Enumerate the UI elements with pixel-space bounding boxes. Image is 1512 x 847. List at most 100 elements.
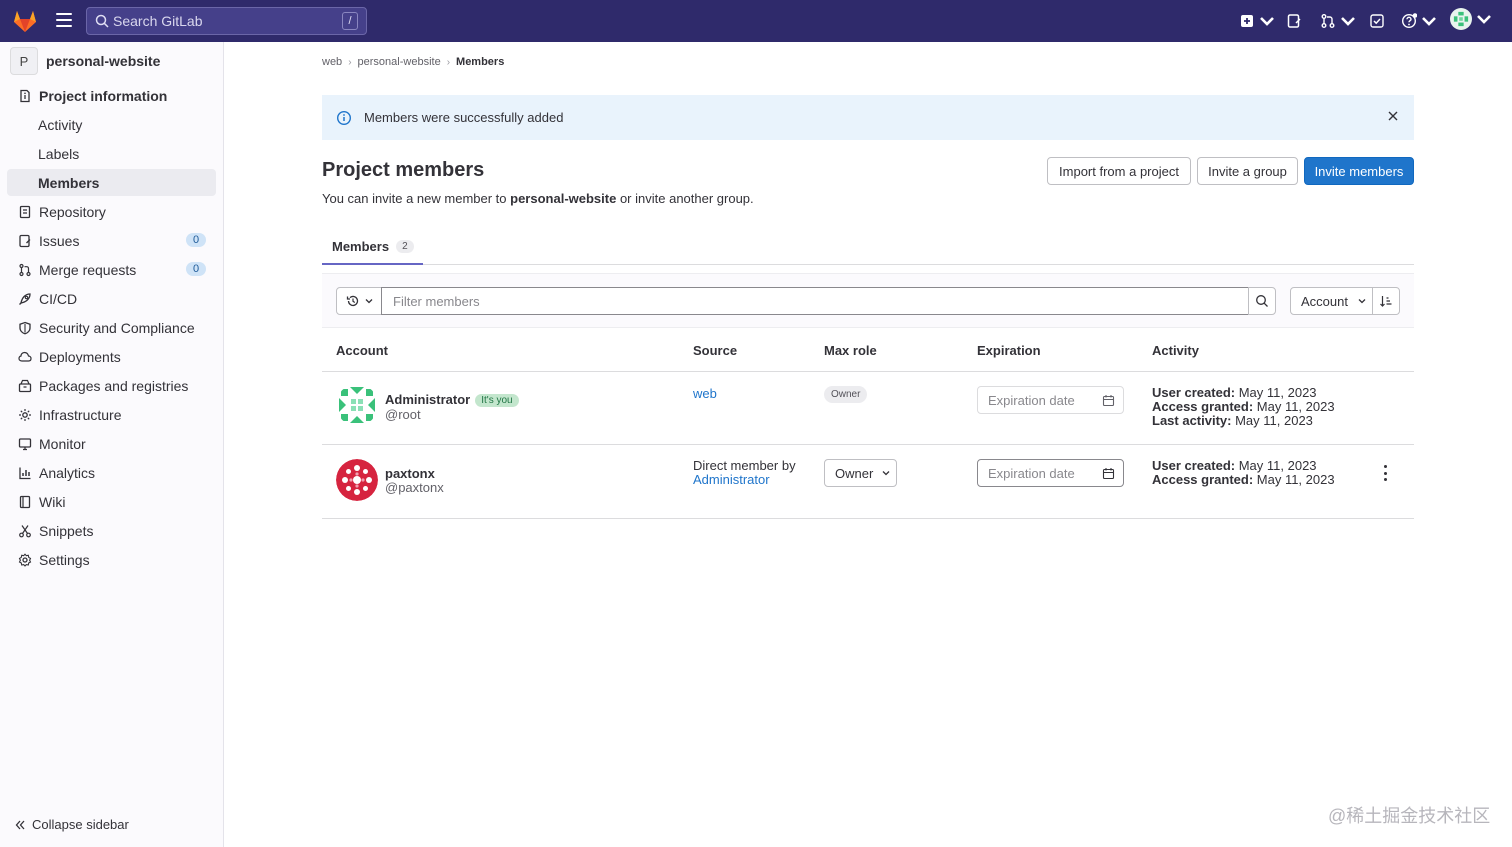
sidebar-item-analytics[interactable]: Analytics: [7, 459, 216, 486]
sidebar-item-project-information[interactable]: Project information: [7, 82, 216, 109]
table-row: paxtonx @paxtonx Direct member by Admini…: [322, 445, 1414, 519]
avatar[interactable]: [336, 459, 378, 501]
sidebar-item-label: Merge requests: [39, 261, 137, 278]
page-description: You can invite a new member to personal-…: [322, 191, 754, 206]
search-placeholder: Search GitLab: [113, 13, 203, 29]
sidebar-item-label: Project information: [39, 87, 168, 104]
chevron-down-icon: [1341, 17, 1355, 26]
top-navbar: Search GitLab /: [0, 0, 1512, 42]
description-project: personal-website: [510, 191, 617, 206]
sidebar-item-settings[interactable]: Settings: [7, 546, 216, 573]
source-direct-member-by: Direct member by: [693, 458, 796, 473]
help-icon: [1401, 13, 1417, 29]
user-menu-dropdown[interactable]: [1450, 8, 1492, 30]
column-header-account: Account: [336, 343, 388, 358]
sidebar-item-activity[interactable]: Activity: [7, 111, 216, 138]
avatar[interactable]: [336, 384, 378, 426]
sidebar-item-label: Settings: [39, 551, 90, 568]
sidebar-item-snippets[interactable]: Snippets: [7, 517, 216, 544]
sidebar-item-label: Deployments: [39, 348, 121, 365]
todos-nav-button[interactable]: [1369, 12, 1385, 30]
doc-icon: [19, 205, 31, 218]
import-from-project-button[interactable]: Import from a project: [1047, 157, 1191, 185]
plus-square-icon: [1241, 15, 1253, 27]
breadcrumb: web › personal-website › Members: [322, 56, 504, 68]
sidebar-item-security-compliance[interactable]: Security and Compliance: [7, 314, 216, 341]
issues-icon: [19, 234, 31, 247]
role-badge: Owner: [824, 386, 868, 403]
help-nav-dropdown[interactable]: [1401, 12, 1437, 30]
sidebar-item-packages-registries[interactable]: Packages and registries: [7, 372, 216, 399]
sidebar-item-wiki[interactable]: Wiki: [7, 488, 216, 515]
filter-members-input[interactable]: [381, 287, 1249, 315]
issues-count-badge: 0: [186, 233, 206, 247]
invite-members-button[interactable]: Invite members: [1304, 157, 1414, 185]
breadcrumb-link-web[interactable]: web: [322, 56, 342, 68]
member-activity: User created: May 11, 2023 Access grante…: [1152, 386, 1335, 428]
member-name[interactable]: Administrator It's you: [385, 392, 519, 407]
column-header-max-role: Max role: [824, 343, 877, 358]
breadcrumb-link-project[interactable]: personal-website: [358, 56, 441, 68]
chart-icon: [19, 467, 31, 479]
history-icon: [346, 295, 358, 307]
user-avatar-icon: [1450, 8, 1472, 30]
more-actions-icon[interactable]: [1382, 465, 1388, 481]
close-icon[interactable]: [1386, 109, 1400, 123]
sidebar-item-label: Infrastructure: [39, 406, 122, 423]
sidebar-item-repository[interactable]: Repository: [7, 198, 216, 225]
breadcrumb-current[interactable]: Members: [456, 56, 504, 68]
search-box[interactable]: Search GitLab /: [86, 7, 367, 35]
column-header-expiration: Expiration: [977, 343, 1041, 358]
double-chevron-left-icon: [15, 820, 25, 829]
merge-requests-nav-dropdown[interactable]: [1320, 12, 1356, 30]
sidebar-item-label: Activity: [38, 116, 83, 133]
sidebar-item-label: Monitor: [39, 435, 86, 452]
sort-label: Account: [1301, 293, 1348, 309]
role-select-dropdown[interactable]: Owner: [824, 459, 897, 487]
watermark: @稀土掘金技术社区: [1328, 806, 1491, 826]
expiration-date-input[interactable]: Expiration date: [977, 459, 1124, 487]
chevron-down-icon: [365, 299, 372, 304]
sidebar-item-members[interactable]: Members: [7, 169, 216, 196]
sort-direction-button[interactable]: [1372, 287, 1400, 315]
sidebar-item-label: Wiki: [39, 493, 66, 510]
merge-request-icon: [19, 263, 31, 276]
sidebar-item-label: Analytics: [39, 464, 96, 481]
gear-icon: [18, 552, 32, 567]
sort-by-dropdown[interactable]: Account: [1290, 287, 1373, 315]
sidebar-item-label: CI/CD: [39, 290, 78, 307]
sidebar-item-issues[interactable]: Issues 0: [7, 227, 216, 254]
member-name[interactable]: paxtonx: [385, 466, 435, 481]
chevron-down-icon: [882, 471, 890, 476]
members-tabs: Members 2: [322, 230, 1414, 265]
sidebar-item-labels[interactable]: Labels: [7, 140, 216, 167]
issues-nav-button[interactable]: [1286, 12, 1302, 30]
source-link[interactable]: web: [693, 386, 717, 401]
chevron-down-icon: [1477, 15, 1491, 24]
create-new-dropdown[interactable]: [1239, 12, 1275, 30]
recent-searches-dropdown[interactable]: [336, 287, 382, 315]
collapse-sidebar-button[interactable]: Collapse sidebar: [14, 817, 129, 832]
search-icon: [1256, 295, 1268, 307]
source-inviter-link[interactable]: Administrator: [693, 473, 796, 487]
issues-icon: [1287, 14, 1301, 28]
expiration-date-field: Expiration date: [977, 386, 1124, 414]
filter-search-button[interactable]: [1248, 287, 1276, 315]
filter-bar: Account: [322, 273, 1414, 328]
tab-members[interactable]: Members 2: [322, 230, 423, 265]
sidebar-item-monitor[interactable]: Monitor: [7, 430, 216, 457]
source-cell: Direct member by Administrator: [693, 459, 796, 487]
gitlab-logo-icon[interactable]: [12, 8, 38, 34]
cloud-gear-icon: [19, 408, 31, 421]
sidebar-item-merge-requests[interactable]: Merge requests 0: [7, 256, 216, 283]
sidebar-item-label: Members: [38, 174, 100, 191]
sidebar-item-infrastructure[interactable]: Infrastructure: [7, 401, 216, 428]
sidebar-project-header[interactable]: P personal-website: [10, 47, 220, 75]
hamburger-icon[interactable]: [56, 13, 72, 27]
invite-group-button[interactable]: Invite a group: [1197, 157, 1298, 185]
sidebar-item-label: Packages and registries: [39, 377, 189, 394]
sidebar-item-deployments[interactable]: Deployments: [7, 343, 216, 370]
alert-message: Members were successfully added: [364, 110, 564, 125]
sidebar-item-ci-cd[interactable]: CI/CD: [7, 285, 216, 312]
search-shortcut-hint: /: [342, 12, 358, 30]
